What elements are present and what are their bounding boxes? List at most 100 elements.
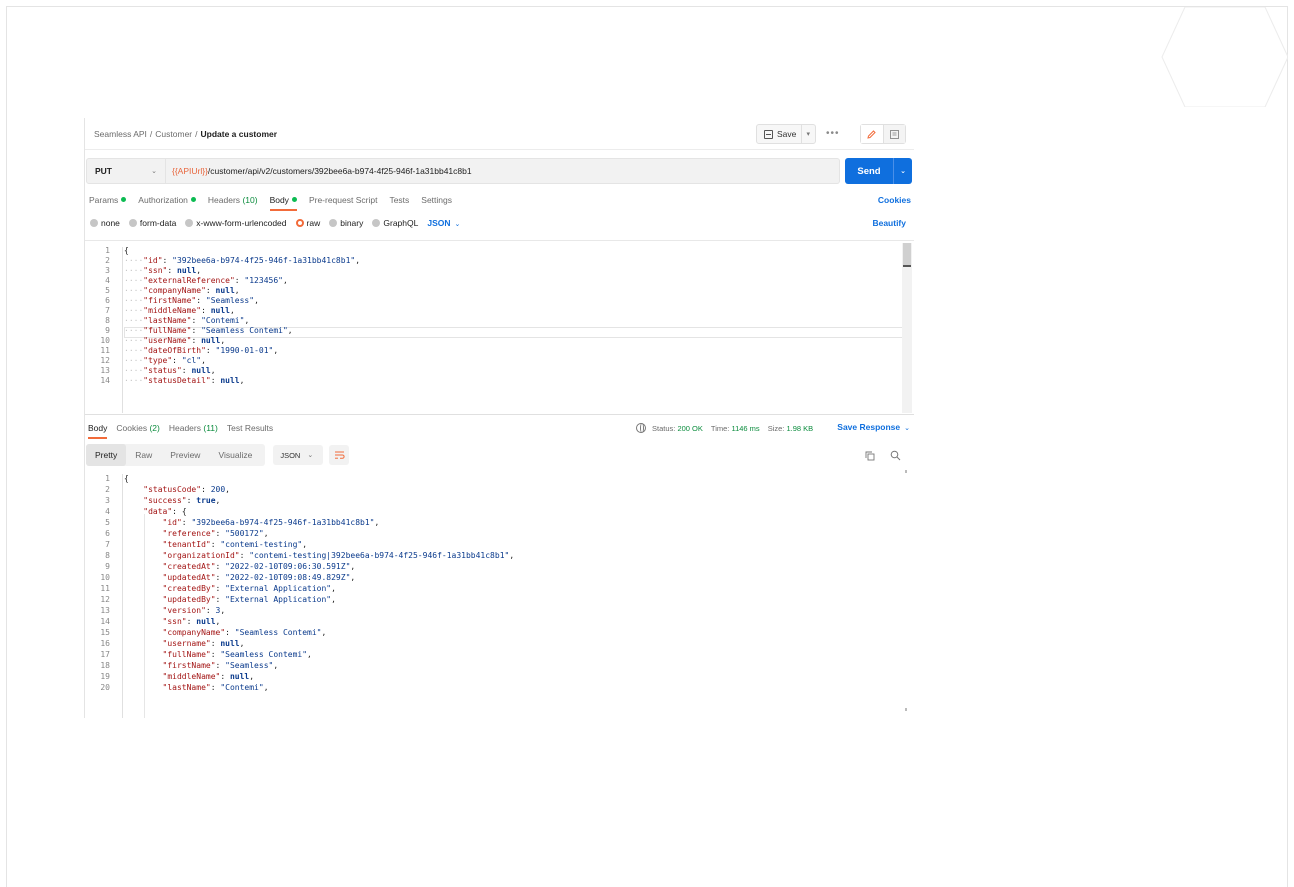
response-view-controls: Pretty Raw Preview Visualize JSON ⌄ — [86, 444, 350, 466]
code-line: 12 "updatedBy": "External Application", — [84, 595, 336, 605]
response-tab-body[interactable]: Body — [88, 423, 108, 439]
line-number: 6 — [105, 529, 110, 538]
tab-body[interactable]: Body — [269, 195, 298, 211]
view-raw[interactable]: Raw — [126, 444, 161, 466]
radio-raw[interactable]: raw — [295, 218, 320, 228]
code-line: 18 "firstName": "Seamless", — [84, 661, 278, 671]
line-number: 18 — [100, 661, 110, 670]
line-number: 20 — [100, 683, 110, 692]
save-response-button[interactable]: Save Response ⌄ — [837, 422, 910, 432]
method-value: PUT — [95, 166, 112, 176]
radio-urlencoded[interactable]: x-www-form-urlencoded — [185, 218, 287, 228]
line-number: 9 — [105, 562, 110, 571]
code-text: "data": { — [143, 507, 187, 516]
postman-request-panel: Seamless API / Customer / Update a customer … — [84, 118, 914, 718]
tab-authorization[interactable]: Authorization — [138, 195, 196, 211]
code-line: 11 "createdBy": "External Application", — [84, 584, 336, 594]
save-button[interactable]: Save ▾ — [756, 124, 816, 144]
scrollbar-marker — [905, 708, 907, 711]
wrap-lines-icon[interactable] — [329, 445, 350, 465]
radio-form-data[interactable]: form-data — [128, 218, 176, 228]
tab-settings[interactable]: Settings — [421, 195, 452, 211]
code-line: 7 "tenantId": "contemi-testing", — [84, 540, 307, 550]
request-body-editor[interactable]: 1{2 ····"id": "392bee6a-b974-4f25-946f-1a… — [84, 240, 914, 413]
line-number: 2 — [105, 485, 110, 494]
line-number: 14 — [100, 617, 110, 626]
send-button[interactable]: Send ⌄ — [845, 158, 912, 184]
status-dot — [190, 197, 196, 203]
code-line: 11 ····"dateOfBirth": "1990-01-01", — [84, 346, 900, 356]
line-number: 10 — [100, 573, 110, 582]
response-tab-cookies[interactable]: Cookies (2) — [116, 423, 159, 439]
code-line: 20 "lastName": "Contemi", — [84, 683, 268, 693]
code-line: 6 ····"firstName": "Seamless", — [84, 296, 900, 306]
cookies-link[interactable]: Cookies — [878, 195, 911, 205]
code-line: 8 "organizationId": "contemi-testing|392… — [84, 551, 514, 561]
radio-graphql[interactable]: GraphQL — [372, 218, 418, 228]
breadcrumb: Seamless API / Customer / Update a customer — [94, 129, 278, 139]
more-options-button[interactable]: ••• — [826, 128, 840, 139]
url-input[interactable]: {{APIUrl}}/customer/api/v2/customers/392… — [166, 158, 840, 184]
globe-icon[interactable] — [636, 423, 646, 433]
tab-prerequest-script[interactable]: Pre-request Script — [309, 195, 378, 211]
search-icon[interactable] — [890, 450, 901, 461]
line-number: 5 — [105, 286, 110, 295]
send-button-label: Send — [857, 165, 881, 177]
comment-icon[interactable] — [883, 125, 905, 143]
code-text: "lastName": "Contemi", — [162, 683, 269, 692]
code-text: { — [124, 474, 129, 483]
response-tab-headers[interactable]: Headers (11) — [169, 423, 218, 439]
code-line: 19 "middleName": null, — [84, 672, 254, 682]
breadcrumb-current[interactable]: Update a customer — [201, 129, 278, 139]
body-format-select[interactable]: JSON ⌄ — [427, 218, 460, 228]
line-number: 11 — [100, 346, 110, 355]
breadcrumb-folder[interactable]: Customer — [155, 129, 192, 139]
time-info[interactable]: Time: 1146 ms — [711, 424, 760, 433]
code-line: 1{ — [84, 474, 129, 484]
beautify-button[interactable]: Beautify — [872, 218, 906, 228]
line-number: 11 — [100, 584, 110, 593]
line-number: 1 — [105, 246, 110, 255]
response-tabs: Body Cookies (2) Headers (11) Test Resul… — [88, 423, 282, 439]
view-pretty[interactable]: Pretty — [86, 444, 127, 466]
code-text: "statusCode": 200, — [143, 485, 230, 494]
code-text: ····"type": "cl", — [124, 356, 206, 365]
edit-icon[interactable] — [861, 125, 884, 143]
tab-params[interactable]: Params — [89, 195, 127, 211]
code-text: "updatedBy": "External Application", — [162, 595, 336, 604]
line-number: 8 — [105, 316, 110, 325]
editor-gutter-divider — [122, 474, 123, 718]
method-select[interactable]: PUT ⌄ — [86, 158, 166, 184]
view-visualize[interactable]: Visualize — [209, 444, 261, 466]
status-dot — [291, 197, 297, 203]
code-line: 5 "id": "392bee6a-b974-4f25-946f-1a31bb4… — [84, 518, 379, 528]
response-tab-test-results[interactable]: Test Results — [227, 423, 273, 439]
chevron-down-icon[interactable]: ⌄ — [893, 158, 912, 184]
save-button-label: Save — [777, 129, 797, 139]
response-body-viewer[interactable]: 1{2 "statusCode": 200, 3 "success": true,… — [84, 470, 914, 718]
line-number: 6 — [105, 296, 110, 305]
breadcrumb-bar: Seamless API / Customer / Update a customer … — [84, 118, 914, 150]
code-line: 5 ····"companyName": null, — [84, 286, 900, 296]
chevron-down-icon[interactable]: ▾ — [801, 125, 810, 143]
side-panel-toggle — [860, 124, 906, 144]
tab-headers[interactable]: Headers (10) — [208, 195, 258, 211]
line-number: 1 — [105, 474, 110, 483]
response-format-select[interactable]: JSON ⌄ — [273, 445, 324, 465]
breadcrumb-collection[interactable]: Seamless API — [94, 129, 147, 139]
copy-icon[interactable] — [865, 451, 875, 461]
radio-binary[interactable]: binary — [329, 218, 363, 228]
response-view-tabs: Pretty Raw Preview Visualize — [86, 444, 266, 466]
size-info[interactable]: Size: 1.98 KB — [768, 424, 813, 433]
code-line: 4 "data": { — [84, 507, 186, 517]
code-line: 9 "createdAt": "2022-02-10T09:06:30.591Z… — [84, 562, 355, 572]
radio-none[interactable]: none — [90, 218, 120, 228]
status-info[interactable]: Status: 200 OK — [652, 424, 703, 433]
view-preview[interactable]: Preview — [161, 444, 209, 466]
line-number: 13 — [100, 606, 110, 615]
code-text: ····"userName": null, — [124, 336, 226, 345]
tab-tests[interactable]: Tests — [389, 195, 409, 211]
save-icon — [764, 129, 773, 139]
hexagon-decoration — [1161, 7, 1288, 107]
editor-scrollbar[interactable] — [902, 243, 912, 413]
